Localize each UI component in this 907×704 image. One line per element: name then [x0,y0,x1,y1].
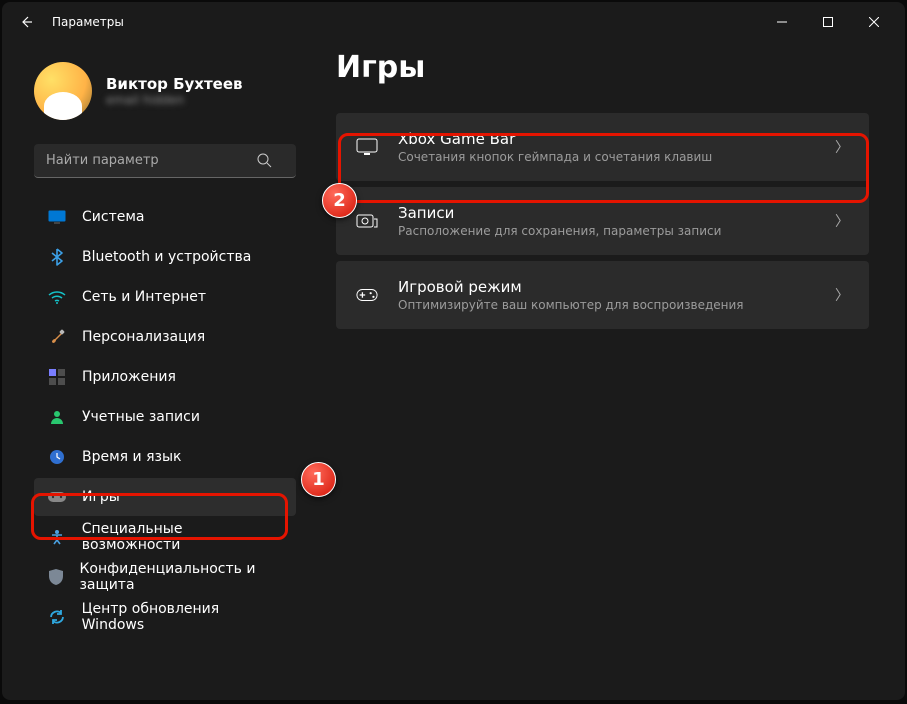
card-subtitle: Оптимизируйте ваш компьютер для воспроиз… [398,298,815,312]
card-text: Xbox Game Bar Сочетания кнопок геймпада … [398,130,815,164]
capture-icon [356,210,378,232]
close-icon [869,17,879,27]
chevron-right-icon: 〉 [835,285,849,305]
sidebar-item-label: Сеть и Интернет [82,289,206,305]
sidebar-item-label: Время и язык [82,449,181,465]
maximize-icon [823,17,833,27]
card-xbox-game-bar[interactable]: Xbox Game Bar Сочетания кнопок геймпада … [336,113,869,181]
display-icon [48,208,66,226]
profile-email: email hidden [106,93,243,107]
sidebar-item-system[interactable]: Система [34,198,296,236]
nav-list: Система Bluetooth и устройства Сеть и Ин… [34,198,296,636]
bluetooth-icon [48,248,66,266]
card-captures[interactable]: Записи Расположение для сохранения, пара… [336,187,869,255]
page-title: Игры [336,50,869,85]
sidebar-item-label: Система [82,209,144,225]
titlebar: Параметры [2,2,905,42]
card-subtitle: Сочетания кнопок геймпада и сочетания кл… [398,150,815,164]
arrow-left-icon [18,14,34,30]
app-title: Параметры [52,15,124,29]
sidebar-item-privacy[interactable]: Конфиденциальность и защита [34,558,296,596]
chevron-right-icon: 〉 [835,211,849,231]
search-input[interactable] [34,144,296,178]
brush-icon [48,328,66,346]
profile-name: Виктор Бухтеев [106,75,243,93]
sidebar-item-label: Игры [82,489,120,505]
profile[interactable]: Виктор Бухтеев email hidden [34,62,296,120]
card-text: Игровой режим Оптимизируйте ваш компьюте… [398,278,815,312]
minimize-icon [777,17,787,27]
sidebar-item-label: Приложения [82,369,176,385]
card-game-mode[interactable]: Игровой режим Оптимизируйте ваш компьюте… [336,261,869,329]
shield-icon [48,568,63,586]
close-button[interactable] [851,6,897,38]
sidebar-item-label: Специальные возможности [82,521,282,553]
apps-icon [48,368,66,386]
sidebar-item-personalization[interactable]: Персонализация [34,318,296,356]
minimize-button[interactable] [759,6,805,38]
clock-icon [48,448,66,466]
sidebar-item-accessibility[interactable]: Специальные возможности [34,518,296,556]
profile-text: Виктор Бухтеев email hidden [106,75,243,107]
search-box [34,144,296,178]
window-controls [759,6,897,38]
main-content: Игры Xbox Game Bar Сочетания кнопок гейм… [312,42,905,700]
sidebar-item-label: Bluetooth и устройства [82,249,251,265]
card-title: Xbox Game Bar [398,130,815,148]
gamemode-icon [356,284,378,306]
card-subtitle: Расположение для сохранения, параметры з… [398,224,815,238]
back-button[interactable] [10,6,42,38]
accessibility-icon [48,528,66,546]
sidebar-item-time[interactable]: Время и язык [34,438,296,476]
body: Виктор Бухтеев email hidden Система Blue… [2,42,905,700]
sidebar-item-accounts[interactable]: Учетные записи [34,398,296,436]
wifi-icon [48,288,66,306]
sidebar-item-gaming[interactable]: Игры [34,478,296,516]
update-icon [48,608,66,626]
settings-window: Параметры Виктор Бухтеев email hidden [2,2,905,700]
sidebar-item-bluetooth[interactable]: Bluetooth и устройства [34,238,296,276]
chevron-right-icon: 〉 [835,137,849,157]
card-text: Записи Расположение для сохранения, пара… [398,204,815,238]
gamepad-icon [48,488,66,506]
maximize-button[interactable] [805,6,851,38]
sidebar: Виктор Бухтеев email hidden Система Blue… [2,42,312,700]
card-title: Игровой режим [398,278,815,296]
sidebar-item-network[interactable]: Сеть и Интернет [34,278,296,316]
gamebar-icon [356,136,378,158]
sidebar-item-update[interactable]: Центр обновления Windows [34,598,296,636]
settings-cards: Xbox Game Bar Сочетания кнопок геймпада … [336,113,869,329]
sidebar-item-label: Конфиденциальность и защита [79,561,282,593]
sidebar-item-apps[interactable]: Приложения [34,358,296,396]
sidebar-item-label: Центр обновления Windows [82,601,282,633]
card-title: Записи [398,204,815,222]
sidebar-item-label: Персонализация [82,329,205,345]
sidebar-item-label: Учетные записи [82,409,200,425]
avatar [34,62,92,120]
person-icon [48,408,66,426]
